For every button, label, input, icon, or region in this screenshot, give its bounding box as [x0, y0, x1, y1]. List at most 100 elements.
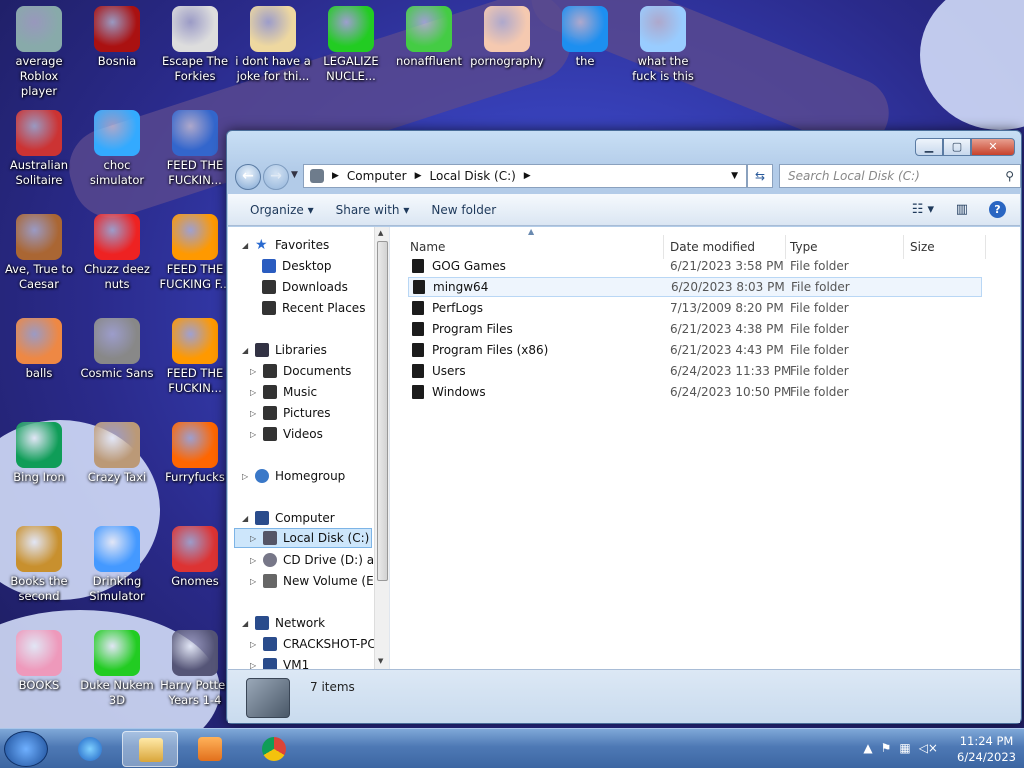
desktop-shortcut-label: Crazy Taxi — [87, 470, 147, 484]
desktop-shortcut[interactable]: Bing Iron — [0, 422, 78, 485]
desktop-shortcut[interactable]: Gnomes — [156, 526, 234, 589]
nav-vm1[interactable]: ▷ VM1 — [250, 655, 309, 669]
desktop-shortcut[interactable]: BOOKS — [0, 630, 78, 693]
bottle-icon — [94, 110, 140, 156]
desktop-shortcut-label: Chuzz deez nuts — [84, 262, 150, 291]
search-input[interactable]: Search Local Disk (C:) ⚲ — [779, 164, 1021, 188]
nav-documents[interactable]: ▷ Documents — [250, 361, 351, 381]
desktop-shortcut[interactable]: pornography — [468, 6, 546, 69]
desktop-shortcut[interactable]: Ave, True to Caesar — [0, 214, 78, 292]
preview-pane-icon[interactable]: ▥ — [956, 202, 968, 217]
desktop-shortcut[interactable]: Cosmic Sans — [78, 318, 156, 381]
desktop-shortcut[interactable]: LEGALIZE NUCLE... — [312, 6, 390, 84]
folder-icon — [412, 343, 424, 357]
nav-homegroup[interactable]: ▷ Homegroup — [242, 466, 345, 486]
gear-icon — [94, 318, 140, 364]
desktop-shortcut[interactable]: Bosnia — [78, 6, 156, 69]
taskbar-internet-explorer[interactable] — [62, 731, 118, 767]
desktop-shortcut[interactable]: Chuzz deez nuts — [78, 214, 156, 292]
folder-icon — [412, 259, 424, 273]
breadcrumb-computer[interactable]: Computer — [347, 169, 407, 183]
scroll-down-icon[interactable]: ▼ — [378, 657, 383, 665]
nav-music[interactable]: ▷ Music — [250, 382, 317, 402]
organize-menu[interactable]: Organize ▾ — [250, 203, 314, 217]
desktop-shortcut[interactable]: FEED THE FUCKING F... — [156, 214, 234, 292]
blocks-icon — [16, 318, 62, 364]
file-row[interactable]: GOG Games 6/21/2023 3:58 PM File folder — [408, 256, 982, 276]
desktop-shortcut-label: i dont have a joke for thi... — [235, 54, 311, 83]
desktop-shortcut-label: LEGALIZE NUCLE... — [323, 54, 379, 83]
taskbar-chrome[interactable] — [246, 731, 302, 767]
sort-ascending-icon: ▲ — [528, 227, 535, 236]
desktop-shortcut[interactable]: Duke Nukem 3D — [78, 630, 156, 708]
nav-local-disk[interactable]: ▷ Local Disk (C:) — [234, 528, 372, 548]
details-pane: 7 items — [228, 669, 1020, 723]
desktop-shortcut-label: Harry Potter Years 1-4 — [160, 678, 230, 707]
show-hidden-icons[interactable]: ▲ — [863, 741, 872, 755]
scrollbar-thumb[interactable] — [377, 241, 388, 581]
volume-icon[interactable]: ◁× — [919, 741, 938, 755]
taskbar-explorer[interactable] — [122, 731, 178, 767]
desktop-shortcut[interactable]: Drinking Simulator — [78, 526, 156, 604]
nav-favorites[interactable]: ◢ ★ Favorites — [242, 235, 329, 255]
nav-new-volume[interactable]: ▷ New Volume (E:) — [250, 571, 382, 591]
file-row[interactable]: Program Files 6/21/2023 4:38 PM File folde… — [408, 319, 982, 339]
breadcrumb-local-disk[interactable]: Local Disk (C:) — [430, 169, 516, 183]
help-icon[interactable]: ? — [989, 201, 1006, 218]
start-button[interactable] — [4, 731, 48, 767]
desktop-shortcut[interactable]: Furryfucks — [156, 422, 234, 485]
desktop-shortcut[interactable]: Australian Solitaire — [0, 110, 78, 188]
file-row[interactable]: mingw64 6/20/2023 8:03 PM File folder — [408, 277, 982, 297]
desktop-shortcut[interactable]: FEED THE FUCKIN... — [156, 318, 234, 396]
share-with-menu[interactable]: Share with ▾ — [336, 203, 410, 217]
file-row[interactable]: Program Files (x86) 6/21/2023 4:43 PM File… — [408, 340, 982, 360]
desktop-shortcut[interactable]: Crazy Taxi — [78, 422, 156, 485]
taskbar-media-player[interactable] — [182, 731, 238, 767]
desktop-shortcut[interactable]: balls — [0, 318, 78, 381]
nav-libraries[interactable]: ◢ Libraries — [242, 340, 327, 360]
desktop-shortcut[interactable]: Harry Potter Years 1-4 — [156, 630, 234, 708]
file-name: Users — [432, 364, 466, 378]
nav-crackshot-pc[interactable]: ▷ CRACKSHOT-PC — [250, 634, 376, 654]
maximize-button[interactable]: ▢ — [943, 138, 971, 156]
computer-icon — [255, 511, 269, 525]
file-row[interactable]: Users 6/24/2023 11:33 PM File folder — [408, 361, 982, 381]
clock[interactable]: 11:24 PM 6/24/2023 — [957, 733, 1016, 765]
desktop-shortcut[interactable]: Escape The Forkies — [156, 6, 234, 84]
desktop-shortcut[interactable]: nonaffluent — [390, 6, 468, 69]
file-type: File folder — [790, 301, 849, 315]
action-center-icon[interactable]: ⚑ — [881, 741, 892, 755]
history-dropdown-icon[interactable]: ▼ — [291, 170, 298, 180]
file-row[interactable]: Windows 6/24/2023 10:50 PM File folder — [408, 382, 982, 402]
nav-cd-drive[interactable]: ▷ CD Drive (D:) ace — [250, 550, 388, 570]
nav-network[interactable]: ◢ Network — [242, 613, 325, 633]
back-button[interactable]: ← — [235, 164, 261, 190]
chuzzle-icon — [94, 214, 140, 260]
view-options-icon[interactable]: ☷ ▾ — [912, 202, 934, 217]
address-dropdown-icon[interactable]: ▼ — [731, 171, 738, 181]
nav-recent-places[interactable]: Recent Places — [262, 298, 365, 318]
close-button[interactable]: ✕ — [971, 138, 1015, 156]
desktop-shortcut[interactable]: FEED THE FUCKIN... — [156, 110, 234, 188]
desktop-shortcut[interactable]: average Roblox player — [0, 6, 78, 99]
desktop-shortcut[interactable]: what the fuck is this — [624, 6, 702, 84]
nav-desktop[interactable]: Desktop — [262, 256, 332, 276]
nav-videos[interactable]: ▷ Videos — [250, 424, 323, 444]
desktop-shortcut[interactable]: choc simulator — [78, 110, 156, 188]
hard-drive-icon — [263, 574, 277, 588]
desktop-shortcut[interactable]: i dont have a joke for thi... — [234, 6, 312, 84]
nav-downloads[interactable]: Downloads — [262, 277, 348, 297]
refresh-button[interactable]: ⇆ — [747, 164, 773, 188]
network-status-icon[interactable]: ▦ — [899, 741, 910, 755]
scroll-up-icon[interactable]: ▲ — [378, 229, 383, 237]
file-row[interactable]: PerfLogs 7/13/2009 8:20 PM File folder — [408, 298, 982, 318]
nav-scrollbar[interactable]: ▲ ▼ — [374, 227, 389, 669]
desktop-shortcut[interactable]: the — [546, 6, 624, 69]
new-folder-button[interactable]: New folder — [431, 203, 496, 217]
desktop-shortcut[interactable]: Books the second — [0, 526, 78, 604]
forward-button[interactable]: → — [263, 164, 289, 190]
minimize-button[interactable]: ▁ — [915, 138, 943, 156]
address-bar[interactable]: ▶ Computer ▶ Local Disk (C:) ▶ ▼ — [303, 164, 747, 188]
nav-computer[interactable]: ◢ Computer — [242, 508, 335, 528]
nav-pictures[interactable]: ▷ Pictures — [250, 403, 331, 423]
